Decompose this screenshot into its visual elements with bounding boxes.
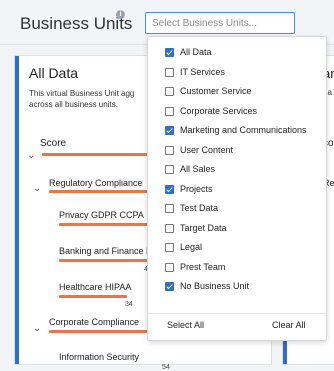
dropdown-option-label: All Data [180, 47, 212, 57]
dropdown-option-label: Marketing and Communications [180, 125, 307, 135]
checkbox-unchecked-icon[interactable] [165, 87, 174, 96]
regulatory-bar [49, 190, 159, 193]
select-all-button[interactable]: Select All [167, 320, 204, 330]
dropdown-option-label: Projects [180, 183, 213, 194]
tree-corporate-compliance: Corporate Compliance [49, 317, 140, 327]
chevron-down-icon[interactable]: ⌄ [27, 150, 35, 161]
checkbox-checked-icon[interactable] [165, 282, 174, 291]
info-icon[interactable]: i [116, 10, 125, 19]
checkbox-unchecked-icon[interactable] [165, 67, 174, 77]
card-title: All Data [29, 65, 79, 81]
checkbox-checked-icon[interactable] [165, 184, 174, 194]
checkbox-unchecked-icon[interactable] [165, 145, 174, 155]
chevron-down-icon[interactable]: ⌄ [33, 183, 41, 194]
banking-bar [59, 259, 151, 262]
checkbox-checked-icon[interactable] [165, 48, 174, 57]
dropdown-option-label: IT Services [180, 66, 225, 77]
healthcare-bar [59, 295, 127, 298]
dropdown-option-label: Legal [180, 242, 203, 252]
checkbox-checked-icon[interactable] [165, 126, 174, 135]
chevron-down-icon[interactable]: ⌄ [33, 323, 41, 334]
checkbox-unchecked-icon[interactable] [165, 165, 174, 174]
dropdown-option-label: No Business Unit [180, 281, 250, 291]
corporate-bar [49, 330, 149, 333]
page-title: Business Units [20, 14, 133, 33]
checkbox-unchecked-icon[interactable] [165, 223, 174, 233]
clear-all-button[interactable]: Clear All [272, 320, 306, 330]
dropdown-footer-divider [148, 313, 326, 314]
dropdown-option-label: Customer Service [180, 86, 252, 96]
corporate-value: 54 [162, 364, 170, 371]
card-accent-bar [15, 56, 19, 364]
tree-banking-and-finance: Banking and Finance F [59, 246, 152, 256]
tree-score: Score [40, 138, 67, 149]
healthcare-value: 34 [125, 301, 133, 308]
checkbox-unchecked-icon[interactable] [165, 243, 174, 252]
tree-regulatory-compliance: Regulatory Compliance [49, 178, 143, 188]
dropdown-option-label: User Content [180, 144, 234, 155]
business-units-dropdown[interactable]: All Data IT Services Customer Service Corpo… [147, 36, 327, 341]
checkbox-unchecked-icon[interactable] [165, 106, 174, 116]
checkbox-unchecked-icon[interactable] [165, 262, 174, 272]
dropdown-option-label: Test Data [180, 203, 219, 213]
business-units-search-input[interactable] [145, 12, 295, 34]
dropdown-option-label: Corporate Services [180, 105, 258, 116]
dropdown-option-label: Prest Team [180, 261, 226, 272]
checkbox-unchecked-icon[interactable] [165, 204, 174, 213]
tree-privacy-gdpr-ccpa: Privacy GDPR CCPA [59, 210, 144, 220]
tree-healthcare-hipaa: Healthcare HIPAA [59, 282, 132, 292]
privacy-bar [59, 223, 154, 226]
dropdown-option-label: Target Data [180, 222, 227, 233]
dropdown-option-label: All Sales [180, 164, 216, 174]
